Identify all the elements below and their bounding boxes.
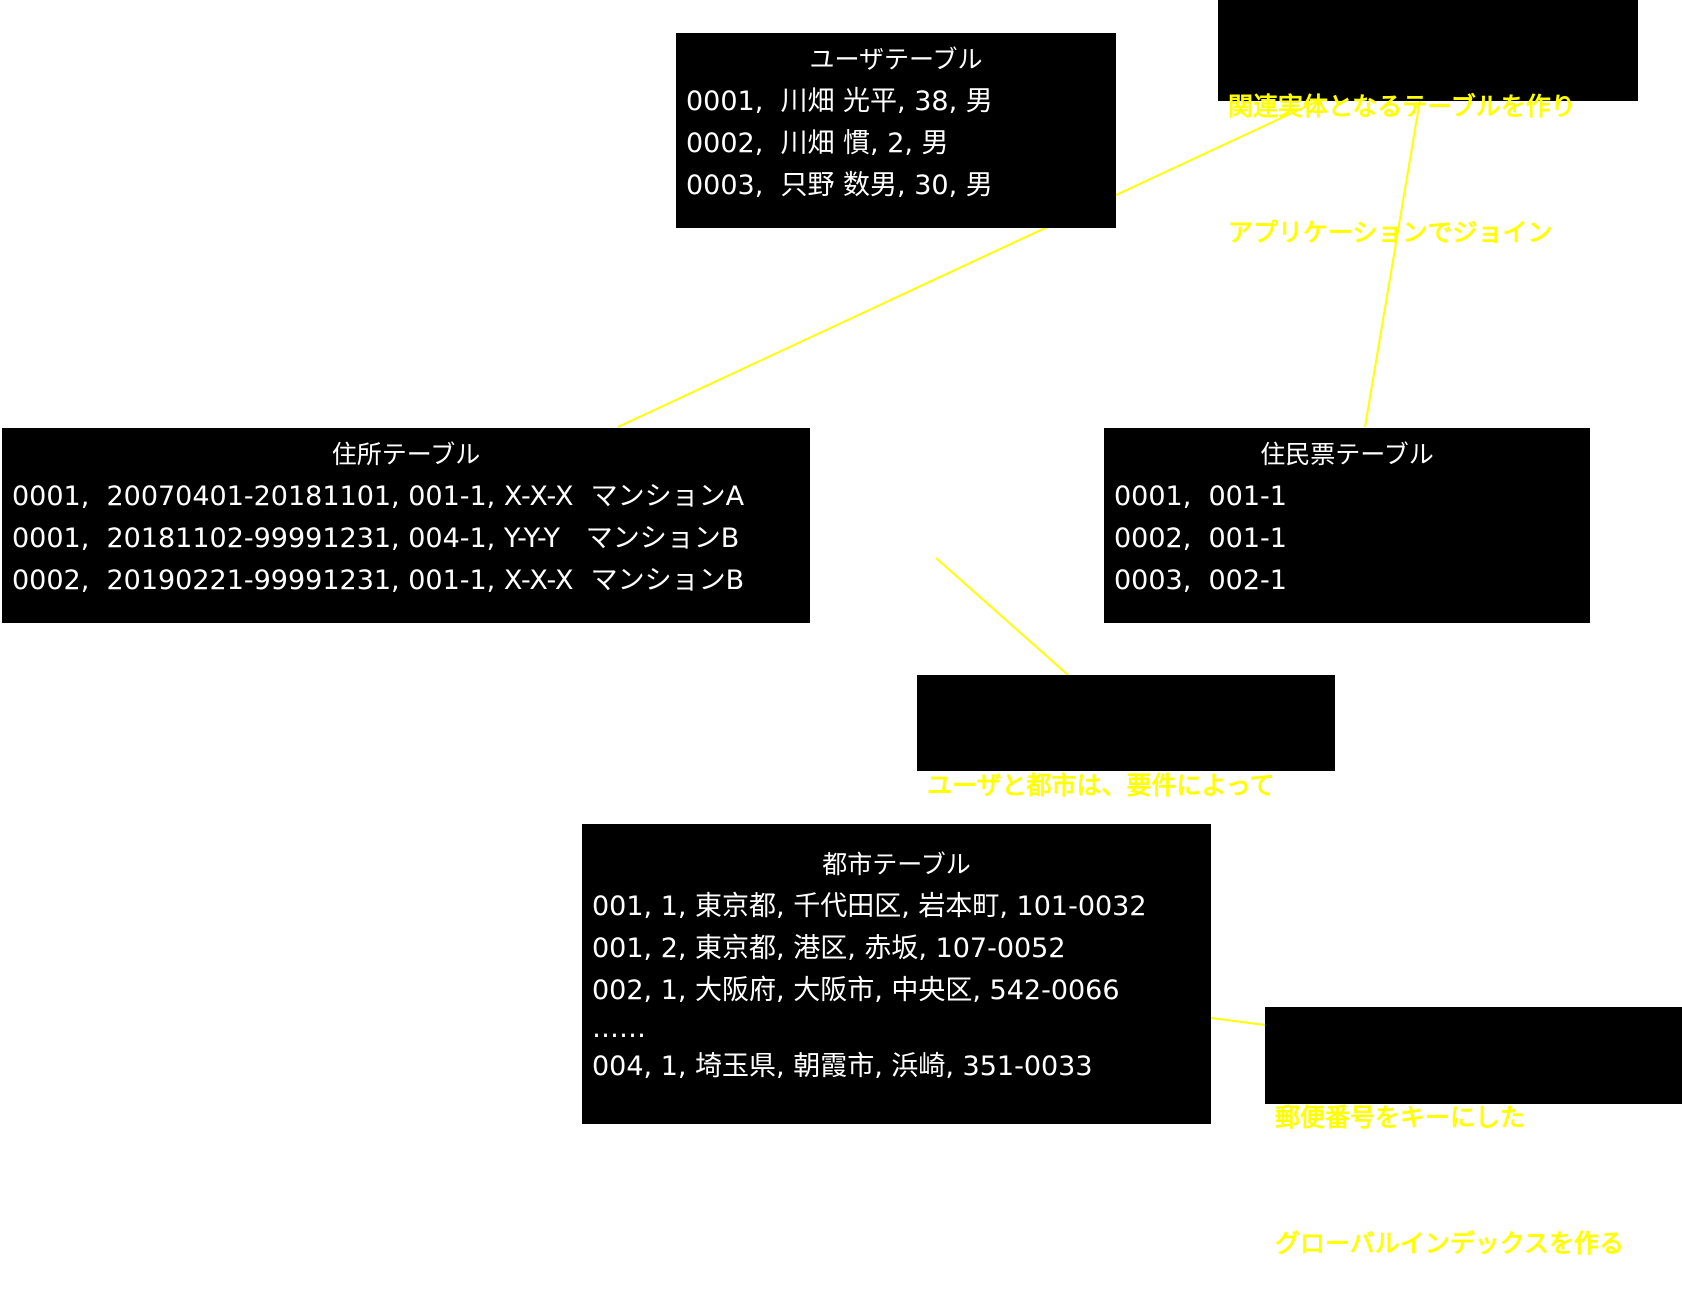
address-table-row: 0002, 20190221-99991231, 001-1, X-X-X マン… <box>12 565 745 596</box>
address-table: 住所テーブル 0001, 20070401-20181101, 001-1, X… <box>2 428 810 623</box>
resident-table: 住民票テーブル 0001, 001-1 0002, 001-1 0003, 00… <box>1104 428 1590 623</box>
users-table-row: 0003, 只野 数男, 30, 男 <box>686 170 993 201</box>
resident-table-row: 0001, 001-1 <box>1114 481 1287 512</box>
note-global-index-line: グローバルインデックスを作る <box>1275 1229 1625 1258</box>
address-table-row: 0001, 20181102-99991231, 004-1, Y-Y-Y マン… <box>12 523 740 554</box>
resident-table-row: 0003, 002-1 <box>1114 565 1287 596</box>
connector-city-to-index <box>1210 1017 1266 1026</box>
note-global-index-line: 郵便番号をキーにした <box>1275 1103 1526 1132</box>
users-table-row: 0002, 川畑 慣, 2, 男 <box>686 128 949 159</box>
city-table-row: 002, 1, 大阪府, 大阪市, 中央区, 542-0066 <box>592 975 1120 1006</box>
users-table-row: 0001, 川畑 光平, 38, 男 <box>686 86 993 117</box>
resident-table-row: 0002, 001-1 <box>1114 523 1287 554</box>
note-global-index: 郵便番号をキーにした グローバルインデックスを作る <box>1265 1007 1682 1258</box>
users-table: ユーザテーブル 0001, 川畑 光平, 38, 男 0002, 川畑 慣, 2… <box>676 33 1116 228</box>
note-join: 関連実体となるテーブルを作り アプリケーションでジョイン <box>1218 0 1638 247</box>
users-table-title: ユーザテーブル <box>809 45 983 74</box>
note-join-line: 関連実体となるテーブルを作り <box>1228 92 1576 121</box>
note-many-to-many: ユーザと都市は、要件によって 多対多の関係性が変わる <box>917 675 1335 926</box>
city-table-row: 001, 2, 東京都, 港区, 赤坂, 107-0052 <box>592 933 1066 964</box>
address-table-row: 0001, 20070401-20181101, 001-1, X-X-X マン… <box>12 481 745 512</box>
city-table-row: 001, 1, 東京都, 千代田区, 岩本町, 101-0032 <box>592 891 1147 922</box>
address-table-title: 住所テーブル <box>331 440 481 469</box>
connector-many-to-many <box>935 557 1069 676</box>
city-table: 都市テーブル 001, 1, 東京都, 千代田区, 岩本町, 101-0032 … <box>582 824 1211 1124</box>
note-join-line: アプリケーションでジョイン <box>1228 218 1553 247</box>
city-table-row: 004, 1, 埼玉県, 朝霞市, 浜崎, 351-0033 <box>592 1051 1093 1082</box>
note-many-to-many-line: ユーザと都市は、要件によって <box>927 771 1275 800</box>
resident-table-title: 住民票テーブル <box>1260 440 1434 469</box>
city-table-title: 都市テーブル <box>822 850 971 879</box>
city-table-row: …… <box>592 1013 646 1044</box>
